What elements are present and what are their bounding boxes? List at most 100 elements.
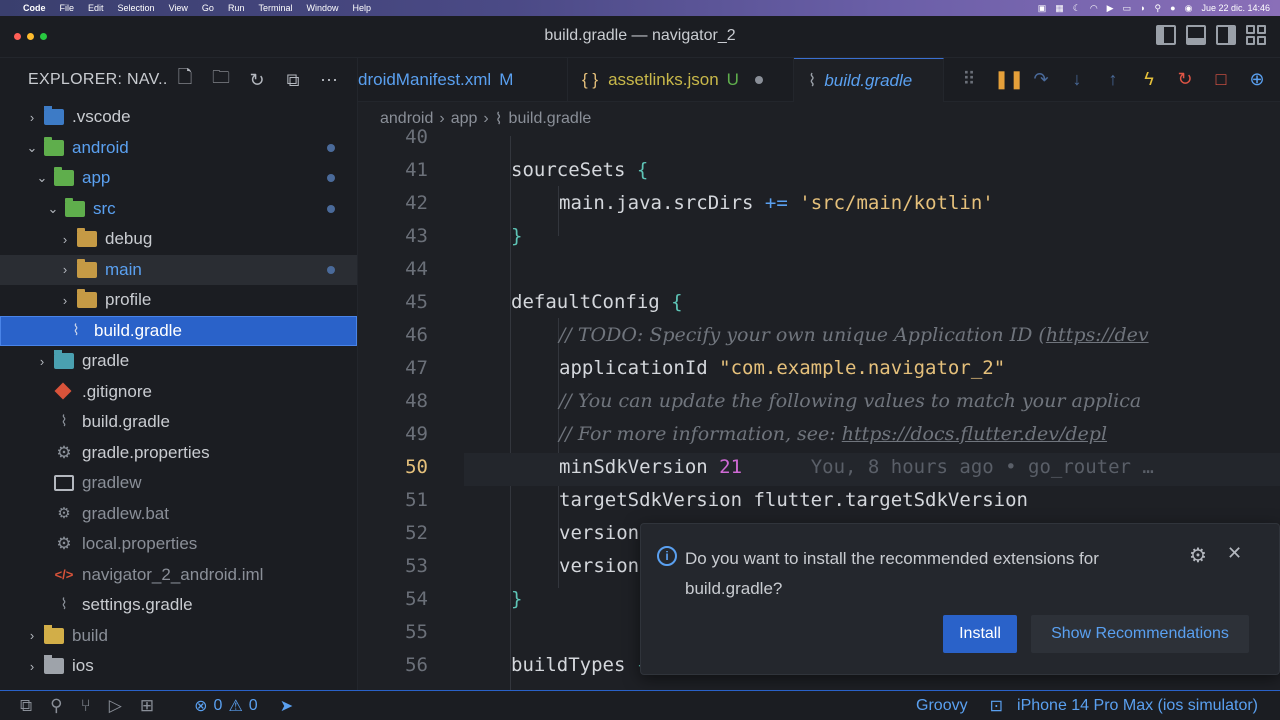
tree-item-build[interactable]: › build [0, 621, 357, 652]
tree-item-label: settings.gradle [82, 595, 193, 615]
tree-item-label: debug [105, 229, 153, 249]
window-title: build.gradle — navigator_2 [544, 27, 736, 44]
tree-item-vscode[interactable]: › .vscode [0, 102, 357, 133]
tree-item-android[interactable]: ⌄ android [0, 133, 357, 164]
step-over-icon[interactable]: ↷ [1030, 69, 1052, 90]
toggle-primary-sidebar-icon[interactable] [1156, 25, 1176, 45]
files-icon[interactable]: ⧉ [20, 696, 32, 716]
tree-item-ios[interactable]: › ios [0, 651, 357, 682]
run-debug-icon[interactable]: ▷ [109, 696, 122, 716]
tree-item-gitignore[interactable]: .gitignore [0, 377, 357, 408]
siri-icon[interactable]: ◉ [1185, 3, 1193, 14]
indent-guide [510, 136, 511, 712]
tree-item-label: app [82, 168, 111, 188]
menu-clock[interactable]: Jue 22 dic. 14:46 [1201, 3, 1270, 13]
control-center-icon[interactable]: ▦ [1055, 3, 1064, 14]
menu-go[interactable]: Go [195, 3, 221, 13]
code-line-56: buildTypes { [511, 654, 648, 676]
devtools-search-icon[interactable]: ⊕ [1246, 69, 1268, 90]
tree-item-debug[interactable]: › debug [0, 224, 357, 255]
headphones-icon[interactable]: ◠ [1090, 3, 1098, 14]
menu-view[interactable]: View [162, 3, 195, 13]
step-into-icon[interactable]: ↓ [1066, 69, 1088, 90]
user-icon[interactable]: ● [1170, 3, 1175, 13]
tree-item-main[interactable]: › main [0, 254, 357, 285]
wifi-icon[interactable]: ◗ [1140, 3, 1145, 13]
extensions-icon[interactable]: ⊞ [140, 696, 154, 716]
pause-icon[interactable]: ❚❚ [994, 69, 1024, 90]
menu-file[interactable]: File [53, 3, 82, 13]
menu-window[interactable]: Window [299, 3, 345, 13]
language-mode[interactable]: Groovy [916, 697, 968, 715]
chevron-right-icon: › [62, 231, 68, 247]
info-icon: i [657, 546, 677, 566]
menu-edit[interactable]: Edit [81, 3, 111, 13]
menu-app-name[interactable]: Code [16, 3, 53, 13]
toggle-panel-icon[interactable] [1186, 25, 1206, 45]
play-icon[interactable]: ▶ [1107, 3, 1114, 14]
menu-selection[interactable]: Selection [111, 3, 162, 13]
tree-item-label: main [105, 259, 142, 279]
breadcrumb-file[interactable]: build.gradle [509, 110, 592, 128]
tab-build-gradle[interactable]: ⌇ build.gradle [794, 58, 944, 102]
collapse-all-icon[interactable]: ⧉ [282, 69, 304, 91]
refresh-icon[interactable]: ↻ [246, 69, 268, 91]
menu-terminal[interactable]: Terminal [251, 3, 299, 13]
focus-moon-icon[interactable]: ☾ [1073, 3, 1081, 14]
menu-run[interactable]: Run [221, 3, 252, 13]
live-share-icon[interactable]: ➤ [280, 696, 293, 716]
json-icon: { } [582, 70, 599, 89]
show-recommendations-button[interactable]: Show Recommendations [1031, 615, 1249, 653]
customize-layout-icon[interactable] [1246, 25, 1266, 45]
install-button[interactable]: Install [943, 615, 1017, 653]
spotlight-search-icon[interactable]: ⚲ [1155, 3, 1162, 14]
tree-item-app[interactable]: ⌄ app [0, 163, 357, 194]
restart-icon[interactable]: ↻ [1174, 69, 1196, 90]
search-icon[interactable]: ⚲ [50, 696, 62, 716]
stop-icon[interactable]: □ [1210, 69, 1232, 90]
problems-indicator[interactable]: ⊗ 0 ⚠ 0 [194, 696, 258, 716]
step-out-icon[interactable]: ↑ [1102, 69, 1124, 90]
menu-help[interactable]: Help [345, 3, 378, 13]
tree-item-gradlew-bat[interactable]: ⚙ gradlew.bat [0, 499, 357, 530]
build-folder-icon [44, 624, 64, 644]
code-line-43: } [511, 225, 523, 247]
more-actions-icon[interactable]: ⋯ [318, 69, 340, 91]
close-icon[interactable]: ✕ [1227, 543, 1242, 564]
tree-item-local-properties[interactable]: ⚙ local.properties [0, 529, 357, 560]
tree-item-src[interactable]: ⌄ src [0, 194, 357, 225]
untracked-badge: U [726, 70, 739, 89]
tree-item-build-gradle[interactable]: ⌇ build.gradle [0, 407, 357, 438]
toggle-secondary-sidebar-icon[interactable] [1216, 25, 1236, 45]
new-file-icon[interactable]: 🗋 [174, 67, 196, 91]
line-number: 56 [405, 654, 428, 676]
tree-item-app-build-gradle[interactable]: ⌇ build.gradle [0, 315, 357, 346]
device-selector[interactable]: iPhone 14 Pro Max (ios simulator) [1017, 697, 1258, 715]
gradle-icon: ⌇ [60, 413, 68, 431]
file-icon [54, 475, 74, 492]
device-selector-icon[interactable]: ⊡ [990, 696, 1003, 716]
drag-handle-icon[interactable]: ⠿ [958, 69, 980, 90]
gear-icon[interactable]: ⚙ [1189, 543, 1207, 568]
tree-item-gradle[interactable]: › gradle [0, 346, 357, 377]
tab-label: assetlinks.json [608, 70, 719, 89]
tree-item-iml[interactable]: </> navigator_2_android.iml [0, 560, 357, 591]
gear-icon: ⚙ [56, 442, 72, 462]
screen-record-icon[interactable]: ▣ [1038, 3, 1047, 14]
source-control-icon[interactable]: ⑂ [81, 696, 91, 716]
chevron-right-icon: › [62, 292, 68, 308]
tree-item-gradle-properties[interactable]: ⚙ gradle.properties [0, 438, 357, 469]
tree-item-profile[interactable]: › profile [0, 285, 357, 316]
tree-item-gradlew[interactable]: gradlew [0, 468, 357, 499]
battery-icon[interactable]: ▭ [1123, 3, 1132, 14]
tree-item-settings-gradle[interactable]: ⌇ settings.gradle [0, 590, 357, 621]
code-line-53: version [559, 555, 640, 577]
breadcrumb-app[interactable]: app [451, 110, 478, 128]
unsaved-dot[interactable] [754, 76, 763, 84]
tab-android-manifest[interactable]: droidManifest.xml M [358, 58, 568, 102]
tree-item-label: local.properties [82, 534, 198, 554]
hot-reload-icon[interactable]: ϟ [1138, 69, 1160, 90]
line-number: 40 [405, 126, 428, 148]
tab-assetlinks-json[interactable]: { } assetlinks.json U [568, 58, 794, 102]
new-folder-icon[interactable]: 🗀 [210, 67, 232, 91]
